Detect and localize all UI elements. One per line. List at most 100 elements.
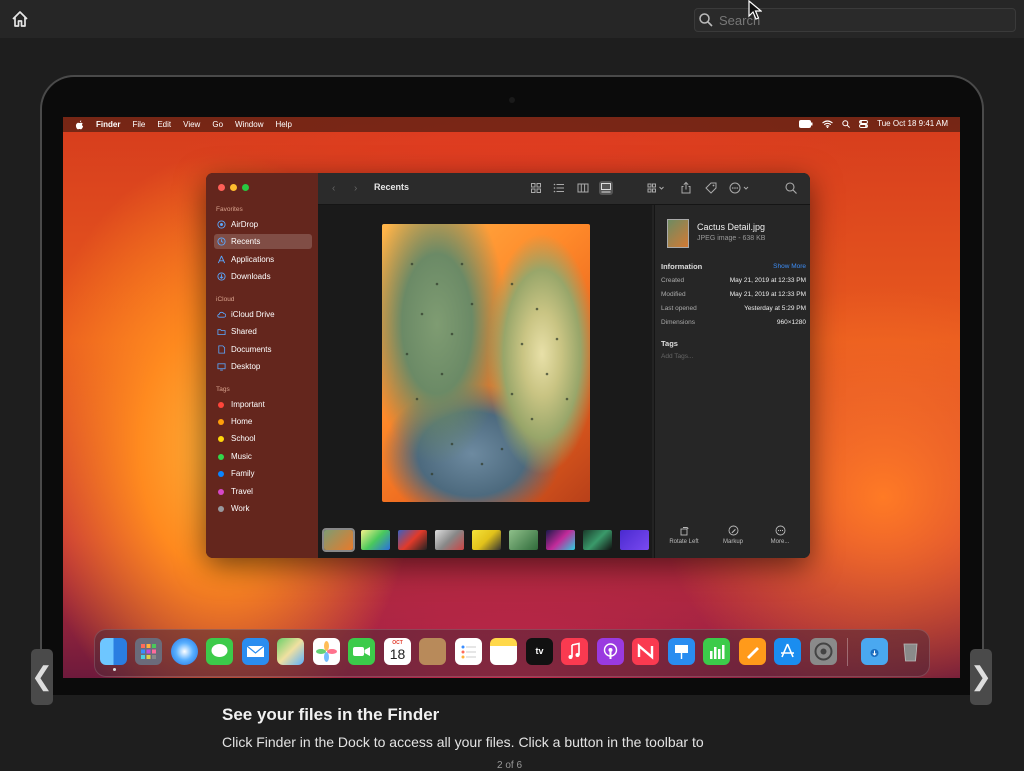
mail-app-icon[interactable] <box>242 638 269 665</box>
minimize-window-button[interactable] <box>230 184 237 191</box>
camera-dot <box>509 97 515 103</box>
document-icon <box>218 345 226 354</box>
sidebar-tag-important[interactable]: Important <box>214 397 312 412</box>
cactus-photo-preview[interactable] <box>382 224 590 502</box>
menu-finder[interactable]: Finder <box>96 120 120 129</box>
next-slide-button[interactable]: ❯ <box>970 649 992 705</box>
show-more-link[interactable]: Show More <box>773 263 806 270</box>
markup-button[interactable]: Markup <box>708 525 758 545</box>
launchpad-app-icon[interactable] <box>135 638 162 665</box>
rotate-left-icon <box>680 527 688 536</box>
thumbnail[interactable] <box>509 530 538 550</box>
sidebar-item-desktop[interactable]: Desktop <box>214 359 312 374</box>
back-button[interactable]: ‹ <box>332 183 335 194</box>
tv-app-icon[interactable]: tv <box>526 638 553 665</box>
sidebar-tag-school[interactable]: School <box>214 431 312 446</box>
thumbnail-cactus[interactable] <box>322 528 355 552</box>
wifi-icon[interactable] <box>822 119 833 128</box>
thumbnail[interactable] <box>583 530 612 550</box>
more-button[interactable]: More... <box>755 525 805 545</box>
thumbnail[interactable] <box>472 530 501 550</box>
contacts-app-icon[interactable] <box>419 638 446 665</box>
menu-help[interactable]: Help <box>275 120 291 129</box>
sidebar-tag-family[interactable]: Family <box>214 466 312 481</box>
column-view-button[interactable] <box>576 181 590 195</box>
thumbnail[interactable] <box>361 530 390 550</box>
share-icon[interactable] <box>679 181 693 195</box>
zoom-window-button[interactable] <box>242 184 249 191</box>
forward-button[interactable]: › <box>354 183 357 194</box>
close-window-button[interactable] <box>218 184 225 191</box>
menu-edit[interactable]: Edit <box>157 120 171 129</box>
cactus-spines <box>405 262 569 476</box>
sidebar-item-applications[interactable]: Applications <box>214 252 312 267</box>
news-app-icon[interactable] <box>632 638 659 665</box>
tag-color-dot <box>218 453 224 460</box>
thumbnail[interactable] <box>398 530 427 550</box>
sidebar-item-label: AirDrop <box>231 220 259 229</box>
group-by-button[interactable] <box>646 181 666 195</box>
thumbnail[interactable] <box>435 530 464 550</box>
window-controls <box>218 184 249 191</box>
safari-app-icon[interactable] <box>171 638 198 665</box>
apple-logo-icon[interactable] <box>75 119 84 130</box>
icon-view-button[interactable] <box>529 181 543 195</box>
maps-app-icon[interactable] <box>277 638 304 665</box>
sidebar-item-documents[interactable]: Documents <box>214 342 312 357</box>
facetime-app-icon[interactable] <box>348 638 375 665</box>
sidebar-item-label: Home <box>231 417 253 426</box>
numbers-app-icon[interactable] <box>703 638 730 665</box>
markup-label: Markup <box>722 539 743 545</box>
previous-slide-button[interactable]: ❮ <box>31 649 53 705</box>
preview-info-pane: Cactus Detail.jpg JPEG image - 638 KB In… <box>654 205 810 558</box>
sidebar-item-downloads[interactable]: Downloads <box>214 269 312 284</box>
calendar-app-icon[interactable]: OCT 18 <box>384 638 411 665</box>
dock-separator <box>847 638 848 666</box>
podcasts-app-icon[interactable] <box>597 638 624 665</box>
thumbnail-strip <box>318 523 652 558</box>
search-box[interactable] <box>694 8 1016 32</box>
menu-go[interactable]: Go <box>212 120 223 129</box>
sidebar-tag-travel[interactable]: Travel <box>214 484 312 499</box>
sidebar-tag-music[interactable]: Music <box>214 449 312 464</box>
menu-bar-clock[interactable]: Tue Oct 18 9:41 AM <box>877 119 948 128</box>
menu-file[interactable]: File <box>132 120 145 129</box>
list-view-button[interactable] <box>552 181 566 195</box>
menu-view[interactable]: View <box>183 120 200 129</box>
sidebar-item-shared[interactable]: Shared <box>214 324 312 339</box>
home-icon[interactable] <box>10 9 30 29</box>
add-tags-field[interactable]: Add Tags... <box>661 353 693 360</box>
photos-app-icon[interactable] <box>313 638 340 665</box>
sidebar-tag-work[interactable]: Work <box>214 501 312 516</box>
app-store-app-icon[interactable] <box>774 638 801 665</box>
markup-icon <box>728 525 738 536</box>
sidebar-tag-home[interactable]: Home <box>214 414 312 429</box>
menu-window[interactable]: Window <box>235 120 263 129</box>
thumbnail[interactable] <box>546 530 575 550</box>
control-center-icon[interactable] <box>859 119 869 128</box>
notes-app-icon[interactable] <box>490 638 517 665</box>
sidebar-item-recents[interactable]: Recents <box>214 234 312 249</box>
finder-app-icon[interactable] <box>100 638 127 665</box>
music-app-icon[interactable] <box>561 638 588 665</box>
downloads-folder-icon[interactable] <box>861 638 888 665</box>
reminders-app-icon[interactable] <box>455 638 482 665</box>
battery-icon[interactable] <box>799 119 813 128</box>
rotate-left-button[interactable]: Rotate Left <box>659 525 709 545</box>
thumbnail[interactable] <box>620 530 649 550</box>
spotlight-icon[interactable] <box>842 119 851 128</box>
keynote-app-icon[interactable] <box>668 638 695 665</box>
file-thumbnail-icon <box>667 219 689 248</box>
gallery-view-button[interactable] <box>599 181 613 195</box>
more-actions-button[interactable] <box>728 181 752 195</box>
sidebar-item-airdrop[interactable]: AirDrop <box>214 217 312 232</box>
info-label-last-opened: Last opened <box>661 305 697 312</box>
pages-app-icon[interactable] <box>739 638 766 665</box>
sidebar-item-icloud-drive[interactable]: iCloud Drive <box>214 307 312 322</box>
trash-icon[interactable] <box>897 638 924 665</box>
system-settings-app-icon[interactable] <box>810 638 837 665</box>
messages-app-icon[interactable] <box>206 638 233 665</box>
caption-title: See your files in the Finder <box>222 705 440 724</box>
search-icon[interactable] <box>784 181 798 195</box>
tag-icon[interactable] <box>704 181 718 195</box>
